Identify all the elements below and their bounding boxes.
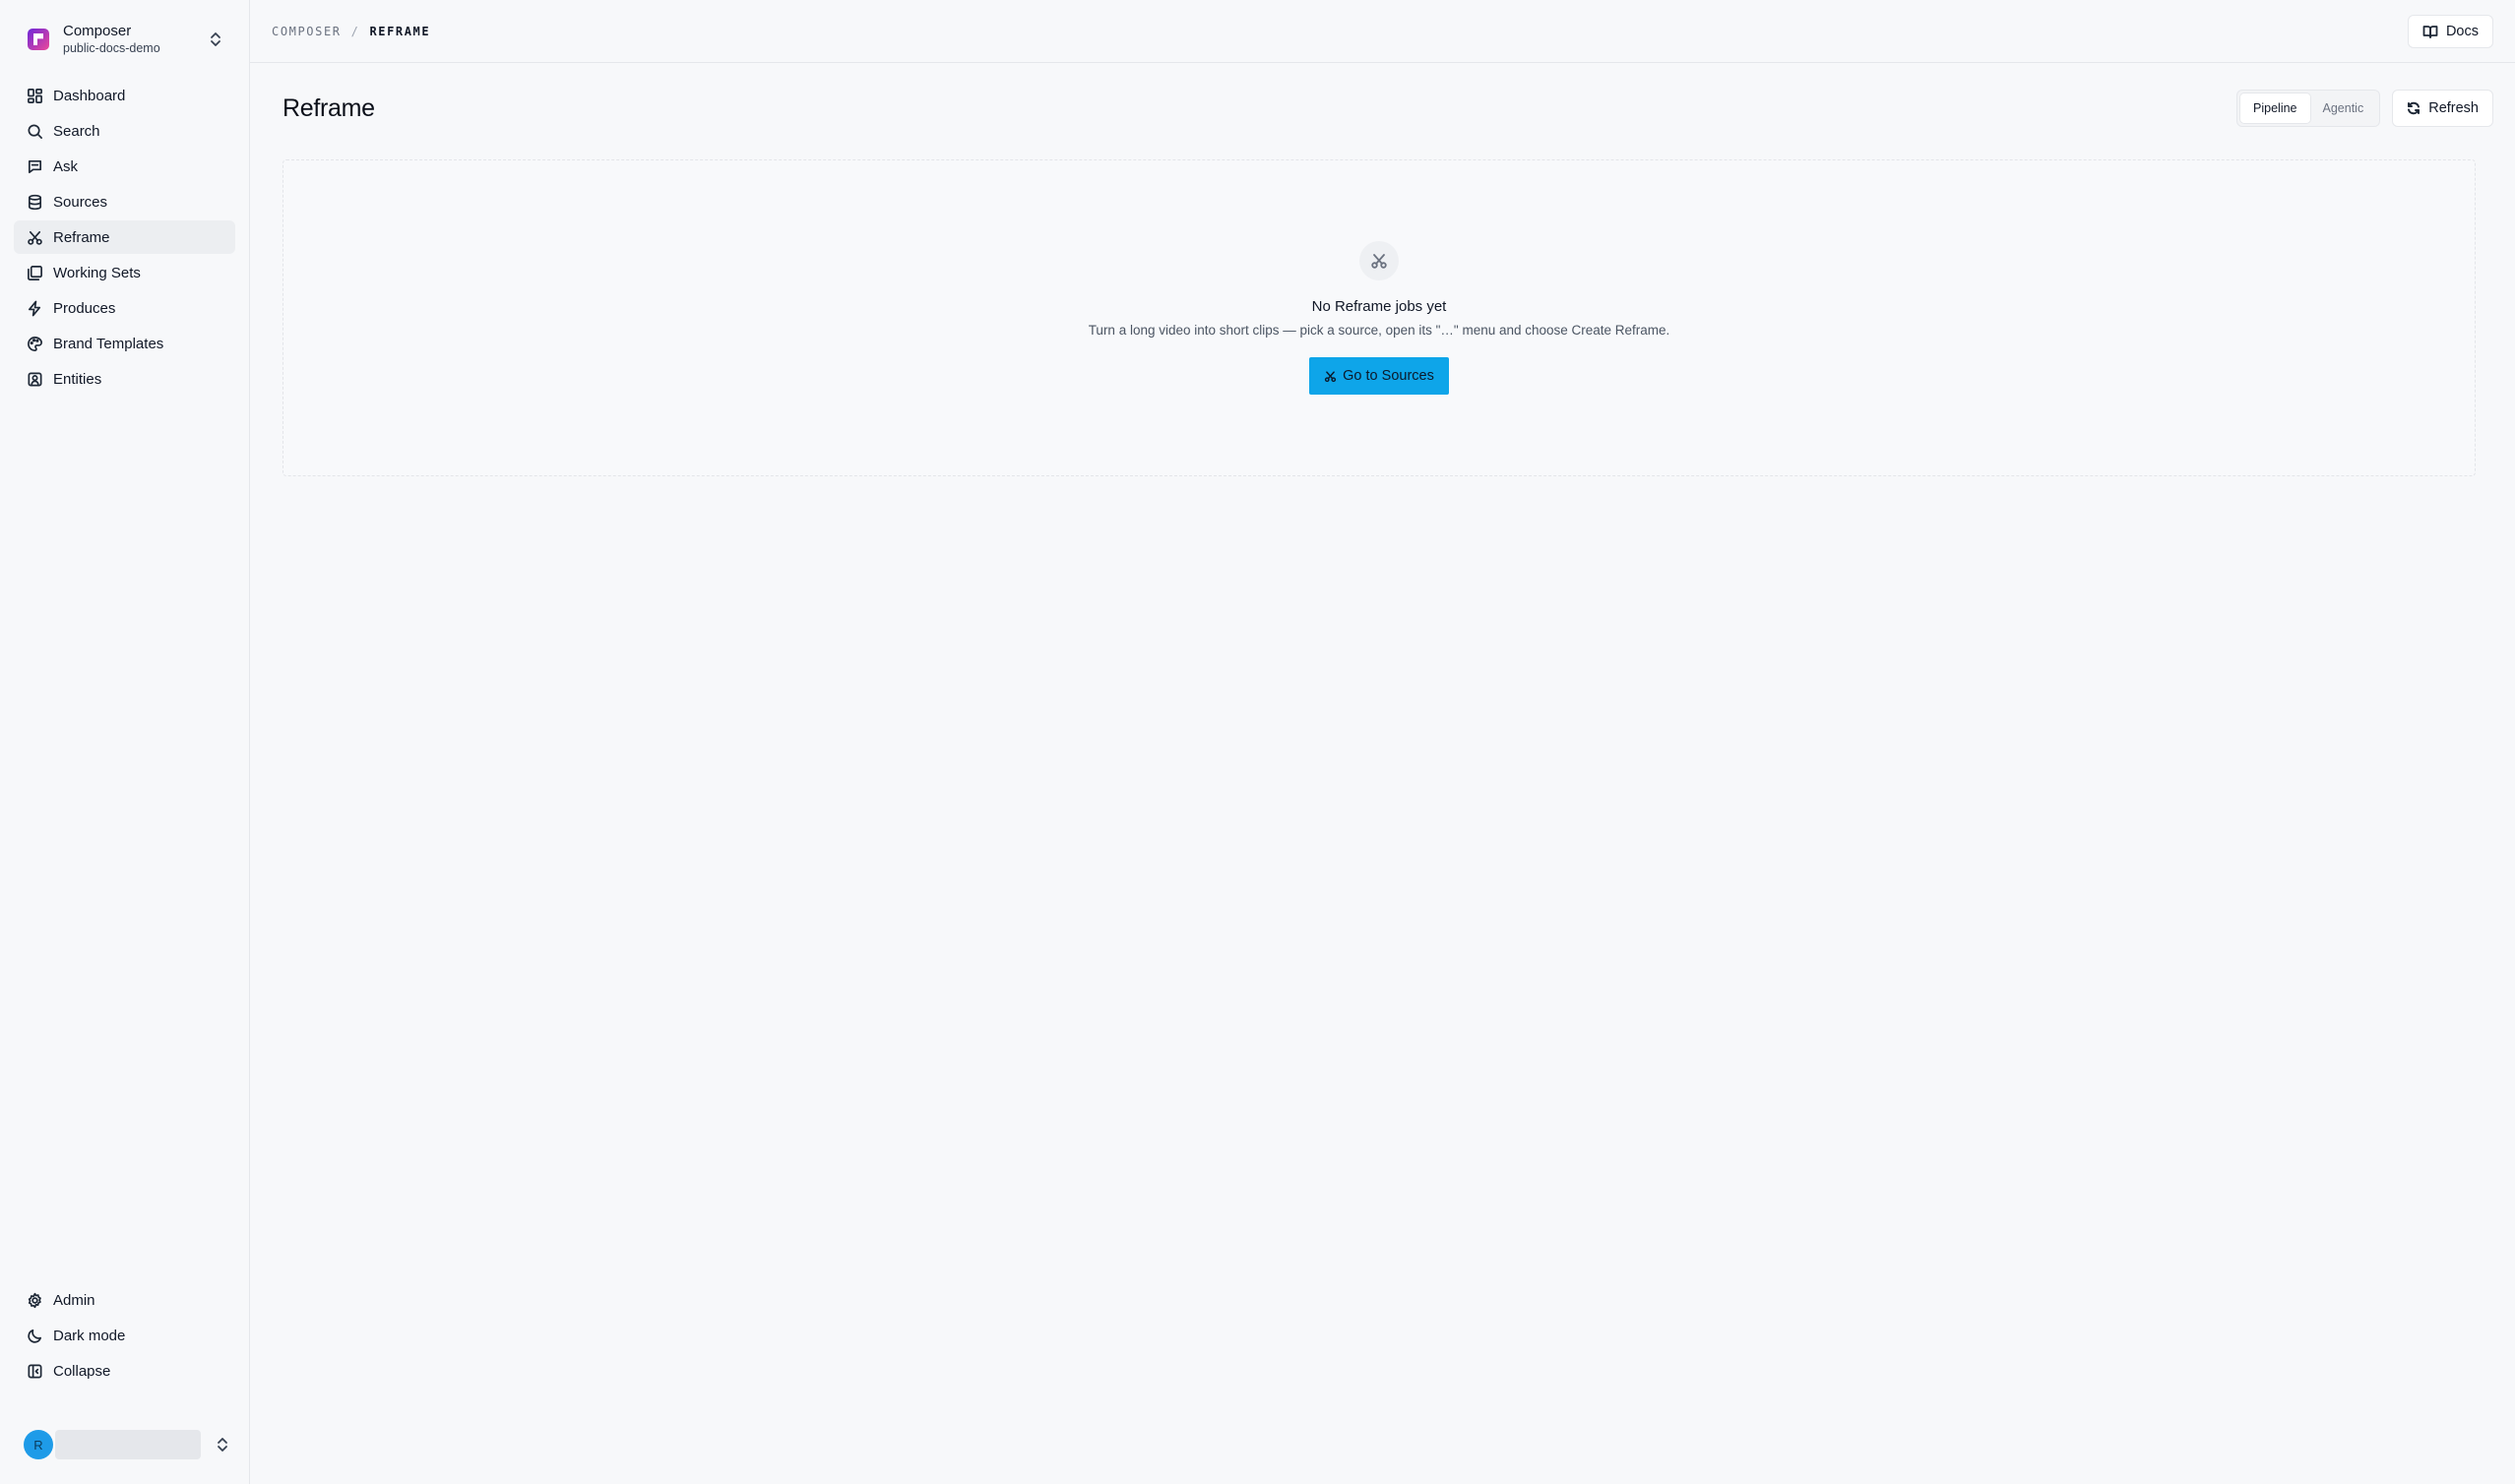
dashboard-icon <box>26 87 43 104</box>
sidebar-item-search[interactable]: Search <box>14 114 235 148</box>
sidebar-item-produces[interactable]: Produces <box>14 291 235 325</box>
sidebar-item-label: Entities <box>53 370 102 388</box>
sidebar-item-label: Working Sets <box>53 264 141 281</box>
empty-state: No Reframe jobs yet Turn a long video in… <box>283 159 2476 476</box>
sidebar-item-label: Admin <box>53 1291 95 1309</box>
page-header: Reframe Pipeline Agentic Refresh <box>250 69 2515 148</box>
user-name-placeholder <box>55 1430 201 1459</box>
sidebar-item-admin[interactable]: Admin <box>14 1283 235 1317</box>
layers-icon <box>26 264 43 281</box>
main-content: COMPOSER / REFRAME Docs Reframe Pipeline… <box>250 0 2515 1484</box>
scissors-icon <box>26 228 43 246</box>
sidebar-item-label: Ask <box>53 157 79 175</box>
go-to-sources-button[interactable]: Go to Sources <box>1309 357 1449 395</box>
docs-label: Docs <box>2445 23 2479 39</box>
refresh-button[interactable]: Refresh <box>2392 90 2493 127</box>
workspace-name: Composer <box>63 22 132 39</box>
sidebar-item-label: Brand Templates <box>53 335 164 352</box>
user-menu[interactable]: R <box>14 1425 235 1464</box>
sidebar-item-reframe[interactable]: Reframe <box>14 220 235 254</box>
lightning-icon <box>26 299 43 317</box>
refresh-icon <box>2408 101 2421 115</box>
mode-agentic[interactable]: Agentic <box>2310 93 2377 123</box>
workspace-logo <box>28 29 49 50</box>
page-title: Reframe <box>283 93 375 122</box>
search-icon <box>26 122 43 140</box>
breadcrumb-root[interactable]: COMPOSER <box>272 25 342 38</box>
workspace-project: public-docs-demo <box>63 40 160 55</box>
chat-icon <box>26 157 43 175</box>
empty-state-description: Turn a long video into short clips — pic… <box>1088 323 1670 338</box>
breadcrumb-separator: / <box>350 24 360 38</box>
breadcrumb: COMPOSER / REFRAME <box>272 25 430 38</box>
moon-icon <box>26 1327 43 1344</box>
app-root: Composer public-docs-demo Dashboard Sear… <box>0 0 2515 1484</box>
sidebar-item-sources[interactable]: Sources <box>14 185 235 218</box>
mode-pipeline[interactable]: Pipeline <box>2240 93 2310 123</box>
breadcrumb-current: REFRAME <box>369 24 431 38</box>
sidebar-item-label: Search <box>53 122 100 140</box>
chevron-up-down-icon <box>215 1435 230 1454</box>
palette-icon <box>26 335 43 352</box>
sidebar-item-ask[interactable]: Ask <box>14 150 235 183</box>
chevron-up-down-icon <box>208 30 223 49</box>
sidebar-item-label: Dark mode <box>53 1327 126 1344</box>
sidebar-item-label: Dashboard <box>53 87 126 104</box>
collapse-sidebar-button[interactable]: Collapse <box>14 1354 235 1388</box>
docs-button[interactable]: Docs <box>2407 14 2493 48</box>
scissors-icon <box>1325 370 1337 382</box>
top-bar: COMPOSER / REFRAME Docs <box>250 0 2515 63</box>
workspace-text: Composer public-docs-demo <box>63 23 208 56</box>
scissors-icon <box>1359 241 1399 280</box>
sidebar-item-dashboard[interactable]: Dashboard <box>14 79 235 112</box>
go-to-sources-label: Go to Sources <box>1343 368 1434 384</box>
sidebar: Composer public-docs-demo Dashboard Sear… <box>0 0 250 1484</box>
mode-toggle: Pipeline Agentic <box>2236 90 2381 127</box>
contact-icon <box>26 370 43 388</box>
sidebar-item-entities[interactable]: Entities <box>14 362 235 396</box>
refresh-label: Refresh <box>2428 100 2479 116</box>
sidebar-item-label: Reframe <box>53 228 110 246</box>
sidebar-bottom-nav: Admin Dark mode Collapse <box>14 1283 235 1390</box>
sidebar-nav: Dashboard Search Ask Sources Reframe Wor… <box>14 79 235 396</box>
book-icon <box>2422 25 2438 38</box>
sidebar-item-label: Sources <box>53 193 108 211</box>
sidebar-item-working-sets[interactable]: Working Sets <box>14 256 235 289</box>
sidebar-collapse-icon <box>26 1362 43 1380</box>
sidebar-item-brand-templates[interactable]: Brand Templates <box>14 327 235 360</box>
workspace-switcher[interactable]: Composer public-docs-demo <box>14 16 235 63</box>
avatar: R <box>24 1430 53 1459</box>
empty-state-title: No Reframe jobs yet <box>1311 298 1447 315</box>
gear-icon <box>26 1291 43 1309</box>
sidebar-item-label: Collapse <box>53 1362 111 1380</box>
sidebar-item-label: Produces <box>53 299 116 317</box>
dark-mode-toggle[interactable]: Dark mode <box>14 1319 235 1352</box>
database-icon <box>26 193 43 211</box>
